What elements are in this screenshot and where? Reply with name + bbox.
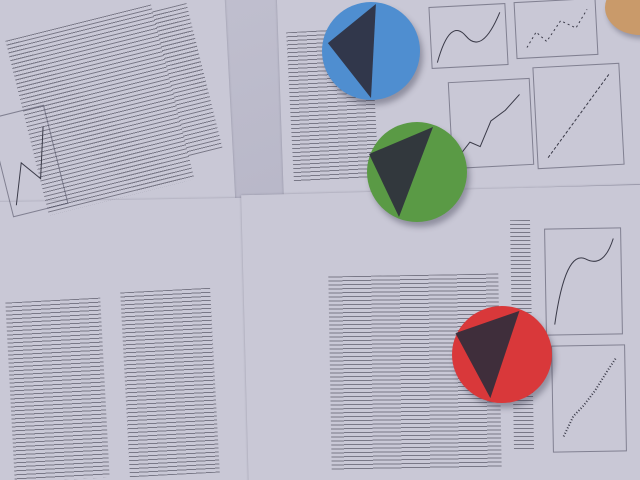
- text-block: [5, 297, 110, 480]
- plot-thumbnail: [428, 3, 509, 69]
- red-marker: [452, 306, 552, 403]
- plot-curve: [554, 238, 614, 325]
- photo-scene: [0, 0, 640, 480]
- plot-thumbnail: [532, 62, 625, 170]
- plot-thumbnail: [551, 344, 627, 453]
- triangle-marker-icon: [327, 3, 376, 99]
- plot-scatter: [562, 356, 618, 437]
- triangle-marker-icon: [455, 310, 520, 399]
- text-block: [120, 287, 220, 478]
- triangle-marker-icon: [369, 127, 433, 217]
- blue-marker: [322, 2, 420, 100]
- plot-thumbnail: [513, 0, 599, 60]
- plot-line: [547, 74, 610, 158]
- green-marker: [367, 122, 467, 222]
- plot-thumbnail: [544, 227, 623, 336]
- plot-scatter: [526, 9, 588, 48]
- plot-curve: [436, 12, 501, 63]
